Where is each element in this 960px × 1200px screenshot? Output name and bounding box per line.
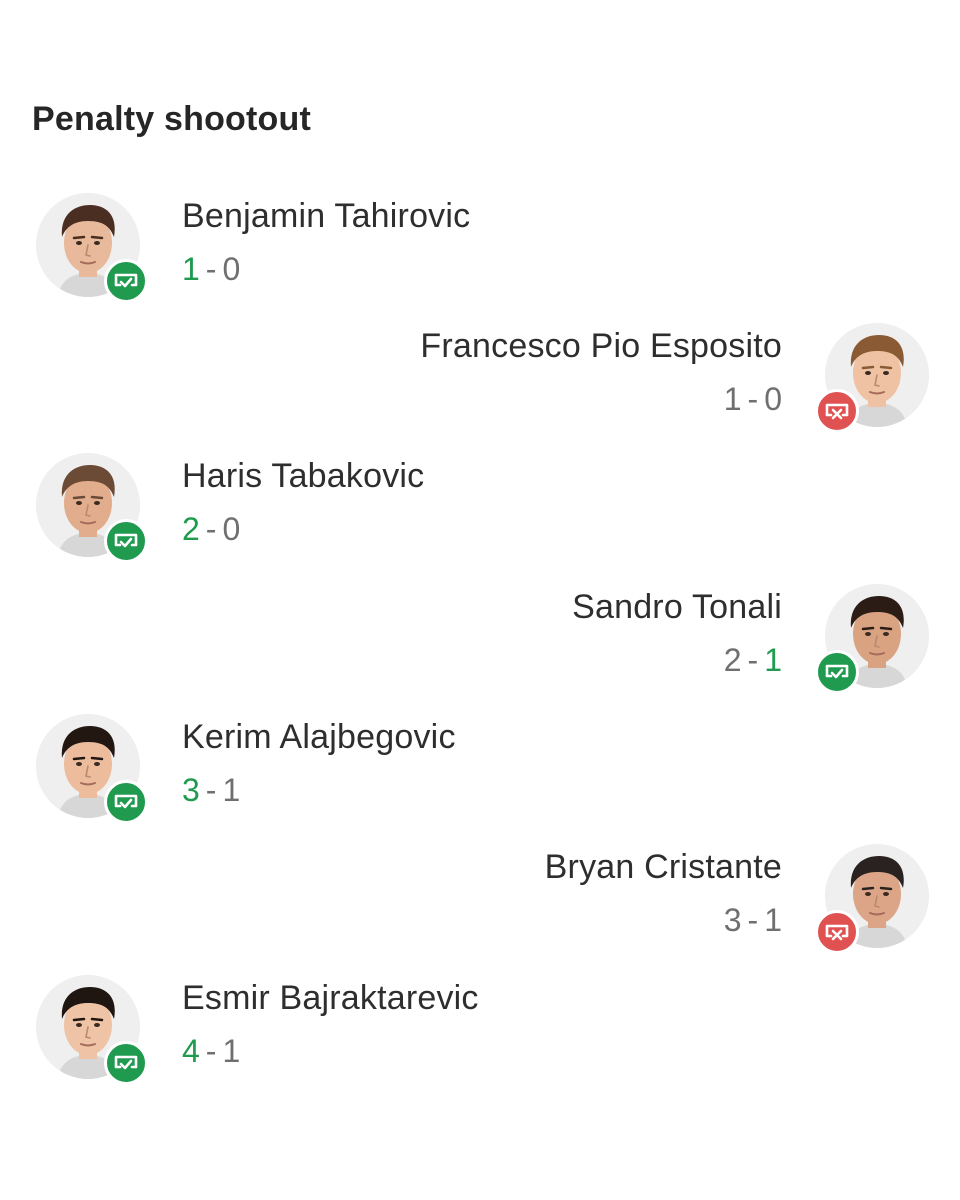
score-home: 1 [723, 381, 742, 417]
goal-scored-icon [104, 519, 148, 563]
running-score: 1-0 [182, 251, 241, 287]
goal-missed-icon [815, 910, 859, 954]
goal-scored-icon [104, 259, 148, 303]
goal-scored-icon [104, 780, 148, 824]
score-home: 2 [723, 642, 742, 678]
goal-scored-icon [815, 650, 859, 694]
shootout-row[interactable]: Kerim Alajbegovic 3-1 [0, 714, 960, 844]
score-away: 0 [222, 251, 241, 287]
goal-scored-icon [104, 1041, 148, 1085]
running-score: 1-0 [723, 381, 782, 417]
player-name[interactable]: Francesco Pio Esposito [420, 327, 782, 366]
player-name[interactable]: Sandro Tonali [572, 588, 782, 627]
running-score: 2-0 [182, 511, 241, 547]
running-score: 4-1 [182, 1033, 241, 1069]
score-home: 3 [723, 902, 742, 938]
running-score: 2-1 [723, 642, 782, 678]
score-home: 1 [182, 251, 200, 287]
score-away: 0 [764, 381, 782, 417]
score-away: 0 [222, 511, 241, 547]
score-away: 1 [764, 902, 782, 938]
shootout-row[interactable]: Sandro Tonali 2-1 [0, 584, 960, 714]
score-away: 1 [764, 642, 782, 678]
shootout-row[interactable]: Francesco Pio Esposito 1-0 [0, 323, 960, 453]
shootout-row[interactable]: Bryan Cristante 3-1 [0, 844, 960, 974]
shootout-row[interactable]: Esmir Bajraktarevic 4-1 [0, 975, 960, 1105]
score-home: 3 [182, 772, 200, 808]
player-name[interactable]: Bryan Cristante [545, 848, 782, 887]
player-name[interactable]: Haris Tabakovic [182, 457, 424, 496]
player-name[interactable]: Kerim Alajbegovic [182, 718, 456, 757]
player-name[interactable]: Esmir Bajraktarevic [182, 979, 479, 1018]
goal-missed-icon [815, 389, 859, 433]
score-away: 1 [222, 772, 241, 808]
score-away: 1 [222, 1033, 241, 1069]
running-score: 3-1 [182, 772, 241, 808]
player-name[interactable]: Benjamin Tahirovic [182, 197, 470, 236]
score-home: 2 [182, 511, 200, 547]
score-home: 4 [182, 1033, 200, 1069]
shootout-row[interactable]: Benjamin Tahirovic 1-0 [0, 193, 960, 323]
page-title: Penalty shootout [32, 100, 311, 138]
shootout-row[interactable]: Haris Tabakovic 2-0 [0, 453, 960, 583]
running-score: 3-1 [723, 902, 782, 938]
